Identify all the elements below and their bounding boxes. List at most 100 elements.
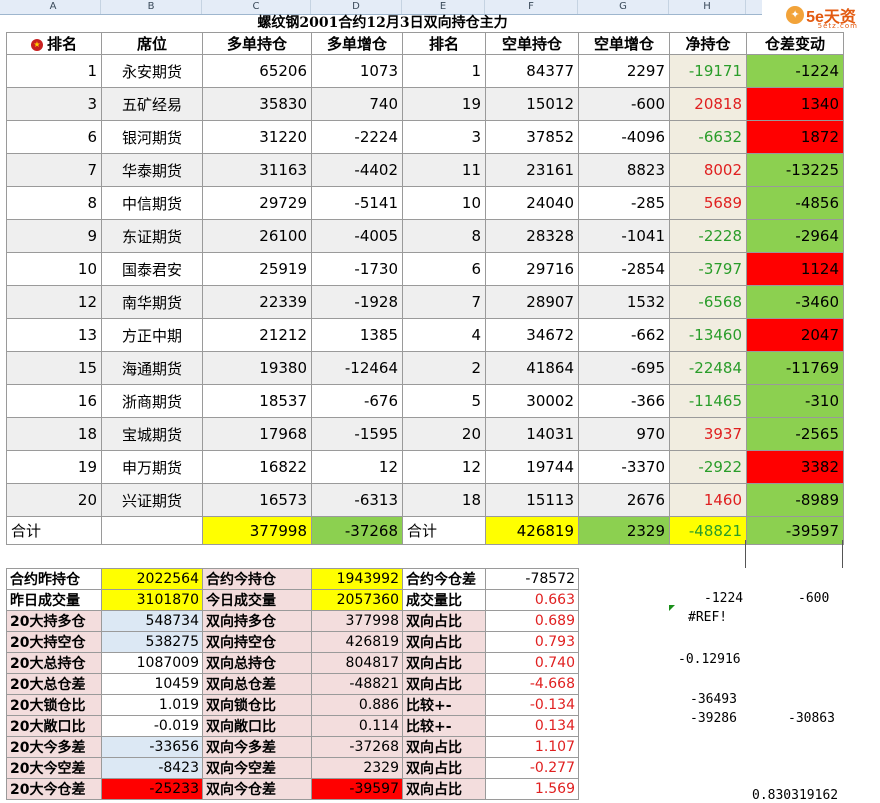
stats-value[interactable]: 2022564	[101, 568, 203, 590]
stats-label[interactable]: 今日成交量	[202, 589, 312, 611]
cell-long[interactable]: 16822	[202, 450, 312, 484]
cell-long-chg[interactable]: -5141	[311, 186, 403, 220]
cell-name[interactable]: 五矿经易	[101, 87, 203, 121]
cell-short[interactable]: 19744	[485, 450, 579, 484]
cell-long[interactable]: 65206	[202, 54, 312, 88]
stats-label[interactable]: 20大今空差	[6, 757, 102, 779]
total-short-chg[interactable]: 2329	[578, 516, 670, 545]
stats-label[interactable]: 20大持空仓	[6, 631, 102, 653]
cell-diff[interactable]: -1224	[746, 54, 844, 88]
total-long[interactable]: 377998	[202, 516, 312, 545]
cell-short[interactable]: 15113	[485, 483, 579, 517]
cell-name[interactable]: 银河期货	[101, 120, 203, 154]
stats-label[interactable]: 合约今仓差	[402, 568, 486, 590]
header-short-rank[interactable]: 排名	[402, 32, 486, 55]
header-long-pos[interactable]: 多单持仓	[202, 32, 312, 55]
stats-value[interactable]: -8423	[101, 757, 203, 779]
stats-value[interactable]: -0.134	[485, 694, 579, 716]
stats-value[interactable]: 0.689	[485, 610, 579, 632]
header-rank[interactable]: ★ 排名	[6, 32, 102, 55]
stats-value[interactable]: -33656	[101, 736, 203, 758]
cell-long[interactable]: 26100	[202, 219, 312, 253]
cell-diff[interactable]: -11769	[746, 351, 844, 385]
cell-name[interactable]: 兴证期货	[101, 483, 203, 517]
cell-srank[interactable]: 7	[402, 285, 486, 319]
cell-srank[interactable]: 12	[402, 450, 486, 484]
cell-net[interactable]: -6568	[669, 285, 747, 319]
cell-srank[interactable]: 18	[402, 483, 486, 517]
stats-value[interactable]: -0.277	[485, 757, 579, 779]
stats-value[interactable]: -37268	[311, 736, 403, 758]
stats-value[interactable]: 1.569	[485, 778, 579, 800]
total-long-chg[interactable]: -37268	[311, 516, 403, 545]
cell-srank[interactable]: 19	[402, 87, 486, 121]
cell-rank[interactable]: 18	[6, 417, 102, 451]
cell-long[interactable]: 29729	[202, 186, 312, 220]
cell-name[interactable]: 宝城期货	[101, 417, 203, 451]
cell-diff[interactable]: 1124	[746, 252, 844, 286]
stats-label[interactable]: 双向占比	[402, 778, 486, 800]
cell-short-chg[interactable]: 970	[578, 417, 670, 451]
stats-label[interactable]: 比较+-	[402, 694, 486, 716]
stats-label[interactable]: 双向今多差	[202, 736, 312, 758]
cell-rank[interactable]: 15	[6, 351, 102, 385]
stats-value[interactable]: -78572	[485, 568, 579, 590]
cell-net[interactable]: 5689	[669, 186, 747, 220]
stats-value[interactable]: 10459	[101, 673, 203, 695]
total-label[interactable]: 合计	[6, 516, 102, 545]
stats-label[interactable]: 双向占比	[402, 673, 486, 695]
cell-srank[interactable]: 6	[402, 252, 486, 286]
cell-short[interactable]: 30002	[485, 384, 579, 418]
cell-short[interactable]: 37852	[485, 120, 579, 154]
stats-value[interactable]: 0.740	[485, 652, 579, 674]
cell-long-chg[interactable]: 12	[311, 450, 403, 484]
stats-label[interactable]: 昨日成交量	[6, 589, 102, 611]
cell-srank[interactable]: 20	[402, 417, 486, 451]
cell-short-chg[interactable]: -366	[578, 384, 670, 418]
cell-long-chg[interactable]: -12464	[311, 351, 403, 385]
stats-value[interactable]: 377998	[311, 610, 403, 632]
cell-diff[interactable]: -3460	[746, 285, 844, 319]
cell-net[interactable]: -11465	[669, 384, 747, 418]
cell-long[interactable]: 19380	[202, 351, 312, 385]
cell-rank[interactable]: 1	[6, 54, 102, 88]
stats-label[interactable]: 双向今空差	[202, 757, 312, 779]
cell-short-chg[interactable]: 2676	[578, 483, 670, 517]
col-header-f[interactable]: F	[485, 0, 578, 14]
stats-value[interactable]: 1.019	[101, 694, 203, 716]
cell-long-chg[interactable]: 1073	[311, 54, 403, 88]
cell-long-chg[interactable]: -676	[311, 384, 403, 418]
cell-diff[interactable]: 1872	[746, 120, 844, 154]
stats-value[interactable]: 1087009	[101, 652, 203, 674]
cell-rank[interactable]: 10	[6, 252, 102, 286]
cell-net[interactable]: 1460	[669, 483, 747, 517]
cell-long-chg[interactable]: -1928	[311, 285, 403, 319]
cell-rank[interactable]: 7	[6, 153, 102, 187]
stats-label[interactable]: 双向总持仓	[202, 652, 312, 674]
cell-short[interactable]: 28328	[485, 219, 579, 253]
cell-short-chg[interactable]: -285	[578, 186, 670, 220]
cell-long[interactable]: 25919	[202, 252, 312, 286]
cell-srank[interactable]: 3	[402, 120, 486, 154]
cell-name[interactable]: 浙商期货	[101, 384, 203, 418]
header-short-chg[interactable]: 空单增仓	[578, 32, 670, 55]
cell-name[interactable]: 中信期货	[101, 186, 203, 220]
stats-value[interactable]: 0.886	[311, 694, 403, 716]
stats-label[interactable]: 双向占比	[402, 757, 486, 779]
total-empty[interactable]	[101, 516, 203, 545]
cell-short-chg[interactable]: -4096	[578, 120, 670, 154]
cell-srank[interactable]: 2	[402, 351, 486, 385]
cell-long-chg[interactable]: -4402	[311, 153, 403, 187]
cell-net[interactable]: 8002	[669, 153, 747, 187]
stray-cell-h1[interactable]: -1224	[704, 591, 743, 606]
cell-rank[interactable]: 20	[6, 483, 102, 517]
cell-short-chg[interactable]: 2297	[578, 54, 670, 88]
cell-short-chg[interactable]: -662	[578, 318, 670, 352]
stats-label[interactable]: 20大今仓差	[6, 778, 102, 800]
cell-srank[interactable]: 5	[402, 384, 486, 418]
col-header-h[interactable]: H	[669, 0, 746, 14]
stray-cell-bottom[interactable]: 0.830319162	[752, 788, 838, 803]
cell-net[interactable]: -2922	[669, 450, 747, 484]
stats-value[interactable]: 1943992	[311, 568, 403, 590]
stats-label[interactable]: 比较+-	[402, 715, 486, 737]
